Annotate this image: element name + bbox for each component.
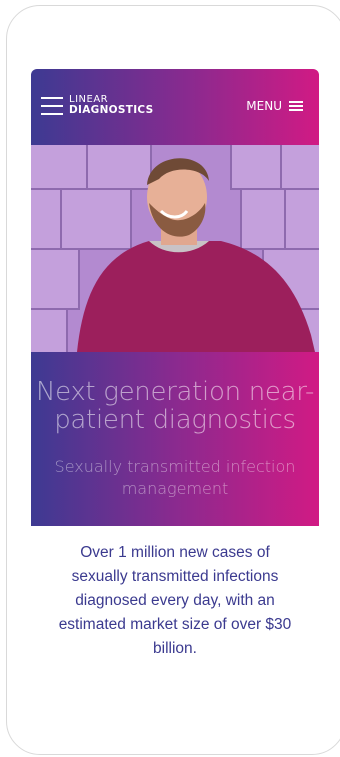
hero-image (31, 145, 319, 352)
hero-subheadline: Sexually transmitted infection managemen… (54, 457, 296, 498)
site-header: LINEAR DIAGNOSTICS MENU (31, 69, 319, 145)
brand-logo[interactable]: LINEAR DIAGNOSTICS (69, 94, 153, 116)
brand-name-line2: DIAGNOSTICS (69, 104, 154, 116)
website-screen: LINEAR DIAGNOSTICS MENU Next generation … (31, 69, 319, 526)
hamburger-icon (289, 101, 303, 111)
hero-headline: Next generation near-patient diagnostics (35, 377, 315, 435)
menu-label: MENU (246, 99, 282, 113)
menu-button[interactable]: MENU (246, 99, 303, 113)
hero-banner: Next generation near-patient diagnostics… (31, 352, 319, 526)
intro-paragraph: Over 1 million new cases of sexually tra… (58, 544, 292, 657)
logo-lines-icon[interactable] (41, 97, 63, 115)
